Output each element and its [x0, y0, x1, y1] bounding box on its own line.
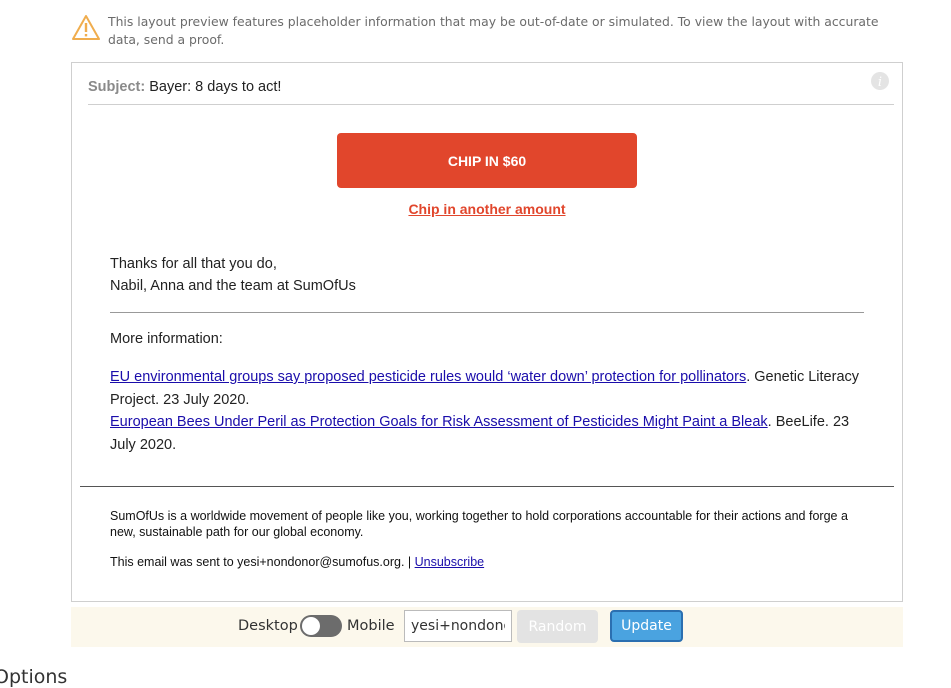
svg-text:i: i [878, 75, 882, 90]
info-icon[interactable]: i [870, 71, 890, 91]
preview-toolbar: Desktop Mobile Random Update [71, 607, 903, 647]
footer-about: SumOfUs is a worldwide movement of peopl… [110, 509, 848, 539]
warning-icon [72, 15, 100, 40]
thanks-message: Thanks for all that you do, Nabil, Anna … [110, 253, 356, 297]
options-heading: Options [0, 666, 68, 688]
reference-link[interactable]: EU environmental groups say proposed pes… [110, 369, 746, 385]
desktop-label: Desktop [238, 618, 298, 634]
chip-in-button[interactable]: CHIP IN $60 [337, 133, 637, 188]
random-button[interactable]: Random [517, 610, 598, 643]
subject-label: Subject: [88, 79, 146, 95]
subject-divider [88, 104, 894, 105]
footer-divider [80, 486, 894, 487]
notice-text: This layout preview features placeholder… [108, 14, 879, 47]
email-preview: Subject: Bayer: 8 days to act! i CHIP IN… [71, 62, 903, 602]
toggle-knob [302, 617, 320, 635]
divider [110, 312, 864, 313]
mobile-label: Mobile [347, 618, 395, 634]
recipient-email-input[interactable] [404, 610, 512, 642]
signature-line: Nabil, Anna and the team at SumOfUs [110, 278, 356, 294]
sent-to-text: This email was sent to yesi+nondonor@sum… [110, 555, 415, 569]
reference-item: European Bees Under Peril as Protection … [110, 411, 862, 456]
update-button[interactable]: Update [610, 610, 683, 642]
subject-text: Bayer: 8 days to act! [149, 79, 282, 95]
email-footer: SumOfUs is a worldwide movement of peopl… [110, 508, 870, 584]
references: EU environmental groups say proposed pes… [110, 366, 862, 456]
unsubscribe-link[interactable]: Unsubscribe [415, 555, 484, 569]
reference-item: EU environmental groups say proposed pes… [110, 366, 862, 411]
device-toggle[interactable] [300, 615, 342, 637]
preview-notice: This layout preview features placeholder… [72, 10, 902, 50]
chip-another-amount-link[interactable]: Chip in another amount [337, 201, 637, 217]
reference-link[interactable]: European Bees Under Peril as Protection … [110, 414, 768, 430]
email-subject: Subject: Bayer: 8 days to act! [88, 79, 281, 95]
footer-sent: This email was sent to yesi+nondonor@sum… [110, 554, 870, 570]
thanks-line: Thanks for all that you do, [110, 256, 277, 272]
more-info-heading: More information: [110, 331, 223, 347]
